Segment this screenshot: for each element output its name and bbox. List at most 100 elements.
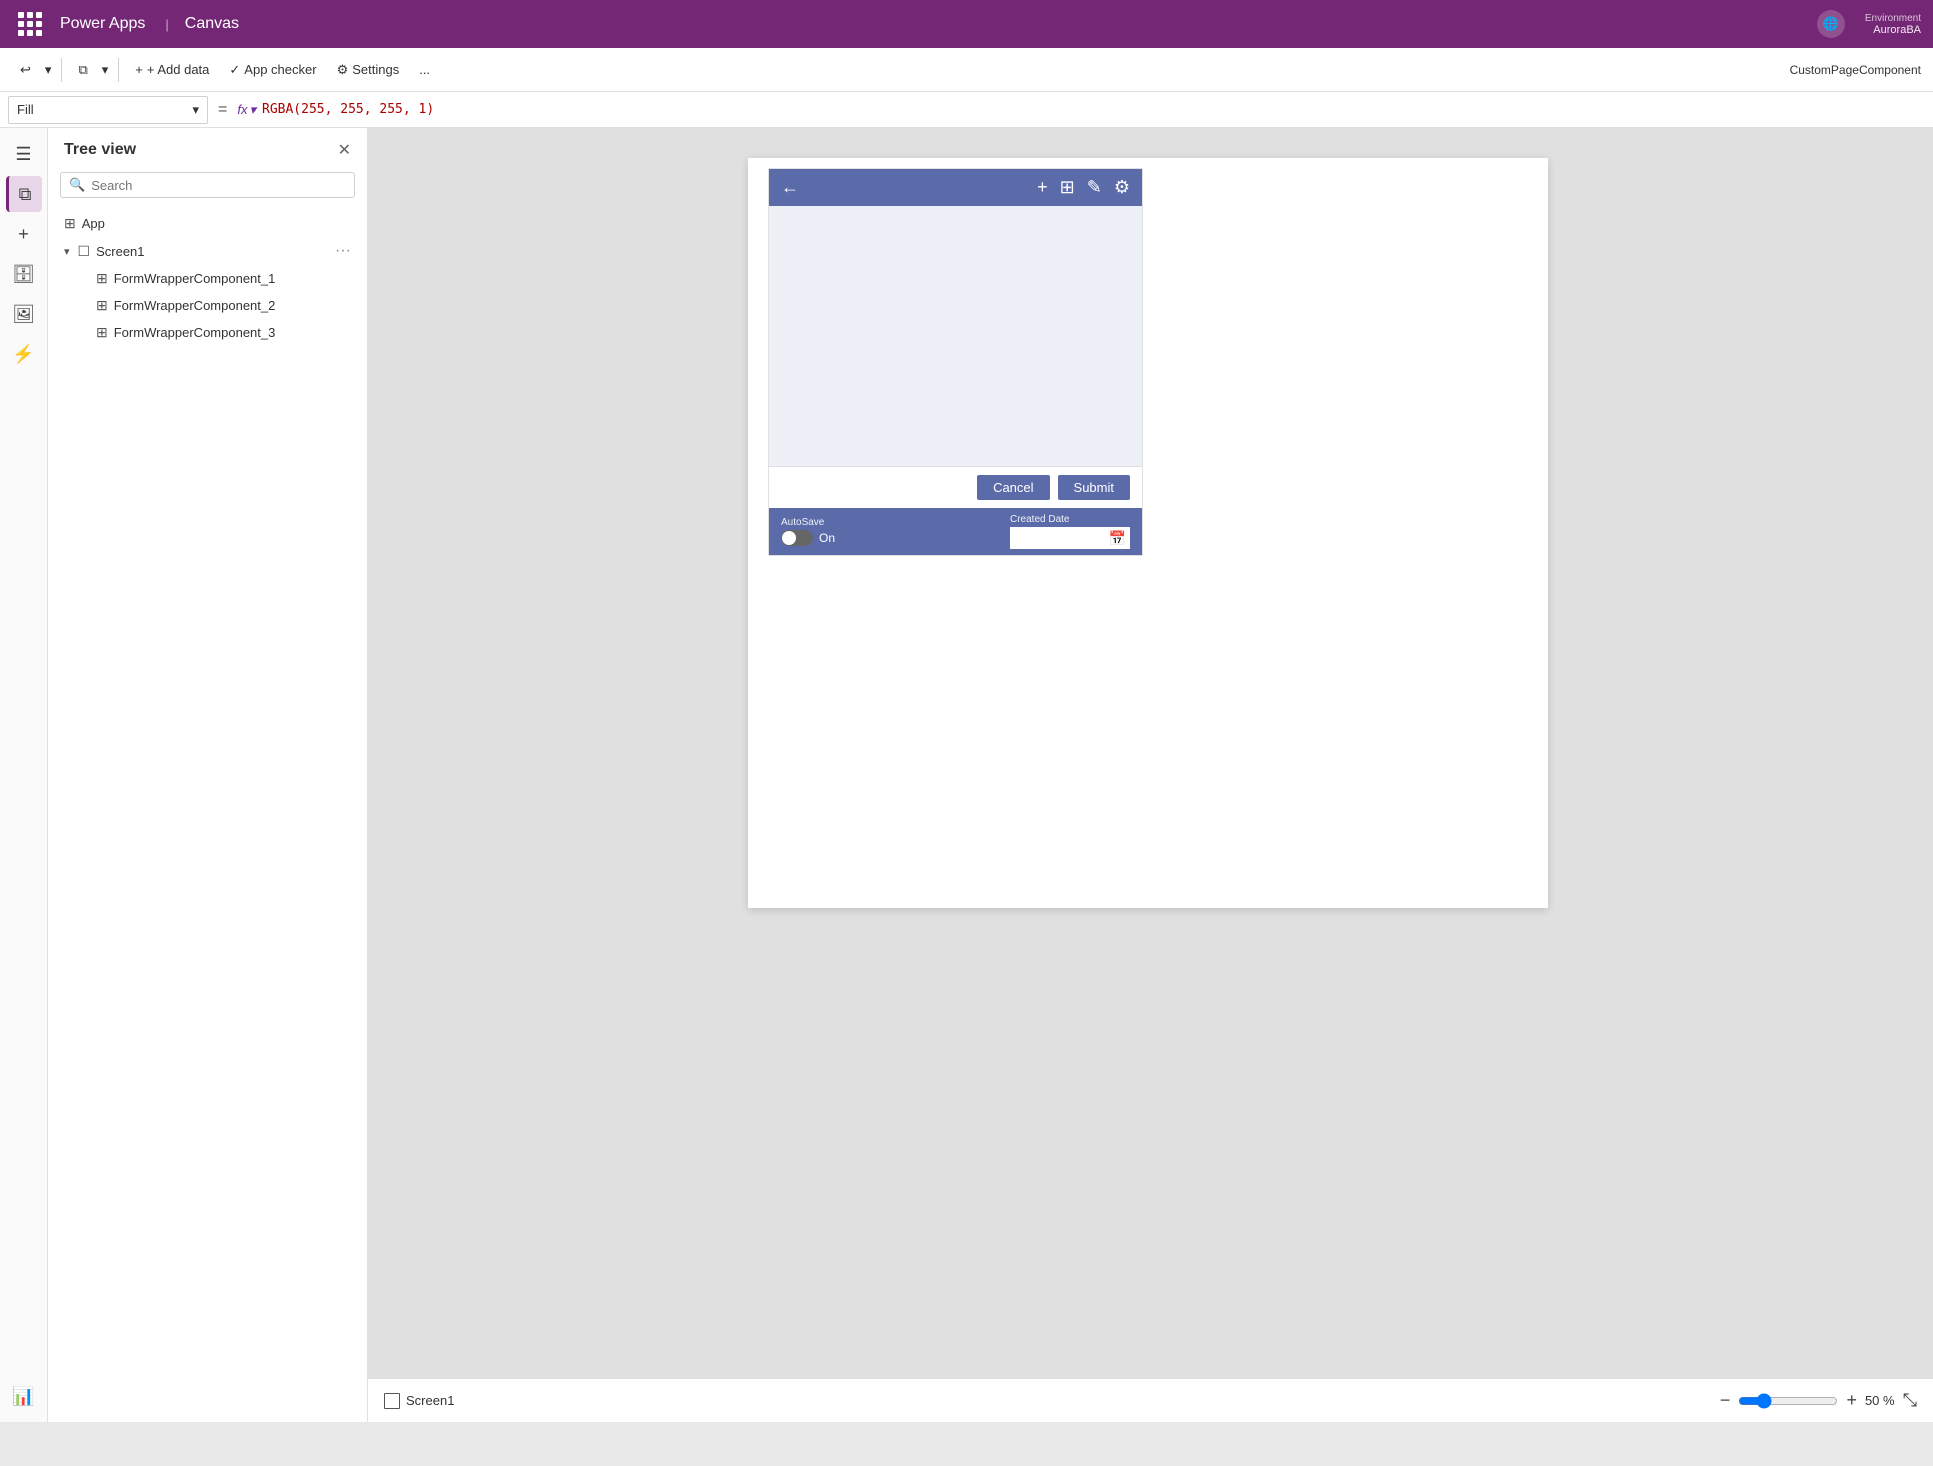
tree-item-fw2[interactable]: ⊞ FormWrapperComponent_2 — [48, 292, 367, 319]
dropdown-chevron: ▾ — [192, 102, 199, 118]
more-button[interactable]: ... — [411, 58, 438, 81]
screen-label: Screen1 — [406, 1393, 454, 1408]
add-icon: + — [135, 62, 143, 77]
fullscreen-button[interactable]: ⤡ — [1903, 1390, 1917, 1411]
formula-bar: Fill ▾ = fx ▾ — [0, 92, 1933, 128]
toggle-container: On — [781, 530, 835, 546]
app-icon: ⊞ — [64, 215, 76, 232]
settings-label: Settings — [352, 62, 399, 77]
status-bar: Screen1 − + 50 % ⤡ — [368, 1378, 1933, 1422]
fw3-icon: ⊞ — [96, 324, 108, 341]
add-data-label: + Add data — [147, 62, 210, 77]
add-button[interactable]: + — [1037, 177, 1048, 198]
top-bar: Power Apps | Canvas 🌐 Environment Aurora… — [0, 0, 1933, 48]
environment-info: Environment AuroraBA — [1865, 13, 1921, 36]
fx-label: fx — [237, 102, 247, 117]
settings-button[interactable]: ⚙ Settings — [329, 58, 408, 82]
toggle-label: On — [819, 531, 835, 545]
menu-button[interactable]: ☰ — [6, 136, 42, 172]
created-date-section: Created Date 📅 — [1010, 514, 1130, 549]
autosave-section: AutoSave On — [781, 517, 835, 546]
tree-item-fw3[interactable]: ⊞ FormWrapperComponent_3 — [48, 319, 367, 346]
tree-items: ⊞ App ▾ ☐ Screen1 ··· ⊞ FormWrapperCompo… — [48, 206, 367, 350]
created-date-label: Created Date — [1010, 514, 1130, 525]
checker-icon: ✓ — [229, 62, 240, 78]
gear-icon: ⚙ — [337, 62, 349, 78]
environment-label: Environment — [1865, 13, 1921, 24]
fx-chevron: ▾ — [249, 102, 256, 118]
toolbar: ↩ ▾ ⧉ ▾ + + Add data ✓ App checker ⚙ Set… — [0, 48, 1933, 92]
back-button[interactable]: ← — [781, 177, 799, 198]
component-name: CustomPageComponent — [1790, 63, 1921, 77]
power-automate-button[interactable]: ⚡ — [6, 336, 42, 372]
canvas-label: Canvas — [185, 15, 239, 33]
fw1-label: FormWrapperComponent_1 — [114, 271, 351, 286]
add-data-button[interactable]: + + Add data — [127, 58, 217, 81]
search-icon: 🔍 — [69, 177, 85, 193]
cancel-button[interactable]: Cancel — [977, 475, 1049, 500]
canvas-area[interactable]: ← + ⊞ ✎ ⚙ Cancel Submit AutoSav — [368, 128, 1933, 1422]
component-bottom: AutoSave On Created Date 📅 — [769, 508, 1142, 555]
canvas-frame: ← + ⊞ ✎ ⚙ Cancel Submit AutoSav — [748, 158, 1548, 908]
zoom-in-button[interactable]: + — [1846, 1390, 1857, 1411]
calendar-icon: 📅 — [1109, 530, 1126, 547]
tree-header: Tree view ✕ — [48, 128, 367, 172]
date-input[interactable]: 📅 — [1010, 527, 1130, 549]
title-separator: | — [165, 17, 168, 32]
component-card: ← + ⊞ ✎ ⚙ Cancel Submit AutoSav — [768, 168, 1143, 556]
zoom-out-button[interactable]: − — [1720, 1390, 1731, 1411]
search-input[interactable] — [91, 178, 346, 193]
more-icon: ... — [419, 62, 430, 77]
copy-button[interactable]: ⧉ — [70, 58, 95, 82]
search-box: 🔍 — [60, 172, 355, 198]
property-label: Fill — [17, 102, 34, 117]
zoom-controls: − + 50 % — [1720, 1390, 1895, 1411]
screen-icon — [384, 1393, 400, 1409]
fx-button[interactable]: fx ▾ — [237, 102, 256, 118]
component-header: ← + ⊞ ✎ ⚙ — [769, 169, 1142, 206]
tree-close-button[interactable]: ✕ — [338, 140, 351, 160]
autosave-toggle[interactable] — [781, 530, 813, 546]
zoom-slider[interactable] — [1738, 1393, 1838, 1409]
environment-icon: 🌐 — [1817, 10, 1845, 38]
screen1-chevron: ▾ — [64, 245, 70, 258]
comp-settings-button[interactable]: ⚙ — [1114, 177, 1130, 198]
data-button[interactable]: 🗄 — [6, 256, 42, 292]
component-body — [769, 206, 1142, 466]
toolbar-separator-1 — [61, 58, 62, 82]
filter-button[interactable]: ⊞ — [1060, 177, 1075, 198]
edit-button[interactable]: ✎ — [1087, 177, 1102, 198]
app-name: Power Apps — [60, 15, 145, 33]
screen1-icon: ☐ — [78, 243, 91, 260]
tree-view-title: Tree view — [64, 141, 136, 159]
zoom-percent: 50 % — [1865, 1393, 1895, 1408]
tree-item-screen1[interactable]: ▾ ☐ Screen1 ··· — [48, 237, 367, 265]
toggle-thumb — [782, 531, 796, 545]
equals-sign: = — [218, 101, 227, 119]
screen1-label: Screen1 — [96, 244, 329, 259]
tree-item-fw1[interactable]: ⊞ FormWrapperComponent_1 — [48, 265, 367, 292]
layers-button[interactable]: ⧉ — [6, 176, 42, 212]
tree-item-app[interactable]: ⊞ App — [48, 210, 367, 237]
environment-name: AuroraBA — [1873, 24, 1921, 36]
copy-dropdown[interactable]: ▾ — [100, 58, 111, 82]
app-checker-button[interactable]: ✓ App checker — [221, 58, 324, 82]
undo-button[interactable]: ↩ — [12, 58, 39, 82]
fw2-icon: ⊞ — [96, 297, 108, 314]
main-layout: ☰ ⧉ + 🗄 🖼 ⚡ 📊 Tree view ✕ 🔍 ⊞ App ▾ ☐ — [0, 128, 1933, 1422]
grid-icon — [18, 12, 42, 36]
toolbar-separator-2 — [118, 58, 119, 82]
variables-button[interactable]: 📊 — [6, 1378, 42, 1414]
formula-input[interactable] — [262, 96, 1925, 124]
app-checker-label: App checker — [244, 62, 316, 77]
add-control-button[interactable]: + — [6, 216, 42, 252]
submit-button[interactable]: Submit — [1058, 475, 1130, 500]
component-footer: Cancel Submit — [769, 466, 1142, 508]
screen1-more[interactable]: ··· — [335, 242, 351, 260]
property-dropdown[interactable]: Fill ▾ — [8, 96, 208, 124]
undo-dropdown[interactable]: ▾ — [43, 58, 54, 82]
media-button[interactable]: 🖼 — [6, 296, 42, 332]
tree-panel: Tree view ✕ 🔍 ⊞ App ▾ ☐ Screen1 ··· ⊞ Fo — [48, 128, 368, 1422]
autosave-label: AutoSave — [781, 517, 835, 528]
apps-grid-button[interactable] — [12, 6, 48, 42]
